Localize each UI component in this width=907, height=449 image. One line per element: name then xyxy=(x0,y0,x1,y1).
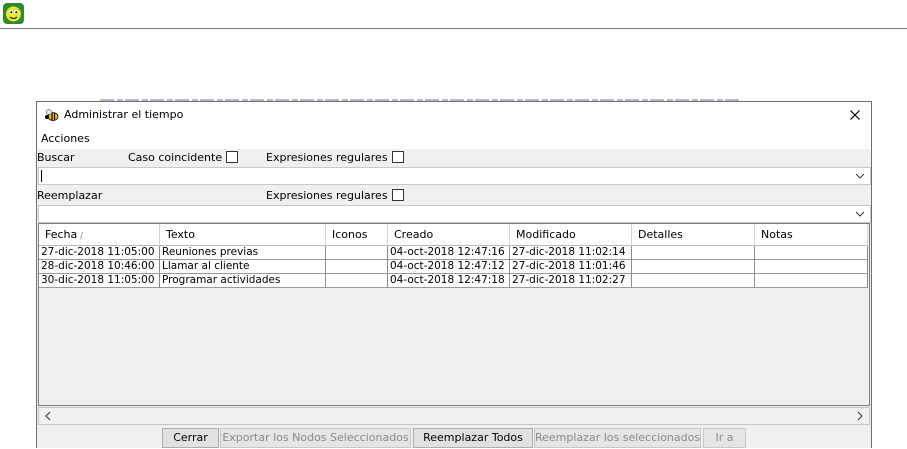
cell-texto: Programar actividades xyxy=(160,274,326,288)
cell-detalles xyxy=(632,260,755,274)
cell-fecha: 30-dic-2018 11:05:00 xyxy=(39,274,160,288)
button-bar: Cerrar Exportar los Nodos Seleccionados … xyxy=(37,427,871,449)
menu-acciones[interactable]: Acciones xyxy=(41,132,90,145)
search-regex-checkbox[interactable] xyxy=(391,151,404,163)
chevron-down-icon[interactable] xyxy=(853,170,867,182)
horizontal-scrollbar[interactable] xyxy=(38,407,870,425)
replace-all-button[interactable]: Reemplazar Todos xyxy=(413,428,533,448)
chevron-down-icon[interactable] xyxy=(853,208,867,220)
column-header-fecha[interactable]: Fecha ∕ xyxy=(39,224,160,246)
menubar: Acciones xyxy=(37,128,871,149)
cell-notas xyxy=(755,246,868,260)
manage-time-dialog: Administrar el tiempo Acciones Buscar Ca… xyxy=(36,101,872,448)
match-case-checkbox[interactable] xyxy=(226,151,239,163)
cell-creado: 04-oct-2018 12:47:16 xyxy=(388,246,510,260)
table-header: Fecha ∕ Texto Iconos Creado Modificado De… xyxy=(39,224,868,246)
match-case-label: Caso coincidente xyxy=(128,151,223,164)
sort-ascending-icon: ∕ xyxy=(80,231,83,240)
cell-creado: 04-oct-2018 12:47:12 xyxy=(388,260,510,274)
cell-modificado: 27-dic-2018 11:02:14 xyxy=(510,246,632,260)
cell-iconos xyxy=(326,260,388,274)
chevron-left-icon[interactable] xyxy=(42,410,54,422)
replace-regex-checkbox[interactable] xyxy=(391,189,404,201)
cell-detalles xyxy=(632,246,755,260)
close-icon[interactable] xyxy=(845,105,865,125)
cell-texto: Reuniones previas xyxy=(160,246,326,260)
table-row[interactable]: 28-dic-2018 10:46:00 Llamar al cliente 0… xyxy=(39,260,868,274)
column-header-detalles[interactable]: Detalles xyxy=(632,224,755,246)
cell-modificado: 27-dic-2018 11:01:46 xyxy=(510,260,632,274)
bee-icon xyxy=(45,109,59,121)
table-row[interactable]: 30-dic-2018 11:05:00 Programar actividad… xyxy=(39,274,868,288)
cell-iconos xyxy=(326,274,388,288)
cell-notas xyxy=(755,274,868,288)
search-label: Buscar xyxy=(37,151,75,164)
cell-modificado: 27-dic-2018 11:02:27 xyxy=(510,274,632,288)
cell-iconos xyxy=(326,246,388,260)
column-header-modificado[interactable]: Modificado xyxy=(510,224,632,246)
match-case-option[interactable]: Caso coincidente xyxy=(128,151,239,164)
replace-regex-label: Expresiones regulares xyxy=(266,189,388,202)
cell-detalles xyxy=(632,274,755,288)
close-button[interactable]: Cerrar xyxy=(162,428,219,448)
search-regex-label: Expresiones regulares xyxy=(266,151,388,164)
search-regex-option[interactable]: Expresiones regulares xyxy=(266,151,404,164)
freeplane-logo-icon[interactable] xyxy=(3,3,24,24)
cell-fecha: 28-dic-2018 10:46:00 xyxy=(39,260,160,274)
cell-notas xyxy=(755,260,868,274)
column-header-notas[interactable]: Notas xyxy=(755,224,868,246)
text-cursor xyxy=(41,170,42,182)
go-to-button[interactable]: Ir a xyxy=(703,428,746,448)
table-row[interactable]: 27-dic-2018 11:05:00 Reuniones previas 0… xyxy=(39,246,868,260)
dialog-title: Administrar el tiempo xyxy=(64,108,184,121)
dialog-titlebar[interactable]: Administrar el tiempo xyxy=(37,102,871,128)
replace-regex-option[interactable]: Expresiones regulares xyxy=(266,189,404,202)
export-selected-nodes-button[interactable]: Exportar los Nodos Seleccionados xyxy=(220,428,411,448)
replace-label: Reemplazar xyxy=(37,189,103,202)
cell-creado: 04-oct-2018 12:47:18 xyxy=(388,274,510,288)
column-header-creado[interactable]: Creado xyxy=(388,224,510,246)
cell-fecha: 27-dic-2018 11:05:00 xyxy=(39,246,160,260)
replace-input[interactable] xyxy=(38,205,871,223)
results-table: Fecha ∕ Texto Iconos Creado Modificado De… xyxy=(38,223,870,406)
cell-texto: Llamar al cliente xyxy=(160,260,326,274)
column-header-texto[interactable]: Texto xyxy=(160,224,326,246)
column-header-iconos[interactable]: Iconos xyxy=(326,224,388,246)
replace-selected-button[interactable]: Reemplazar los seleccionados xyxy=(534,428,701,448)
chevron-right-icon[interactable] xyxy=(854,410,866,422)
app-toolbar xyxy=(0,0,907,29)
search-input[interactable] xyxy=(38,167,871,185)
